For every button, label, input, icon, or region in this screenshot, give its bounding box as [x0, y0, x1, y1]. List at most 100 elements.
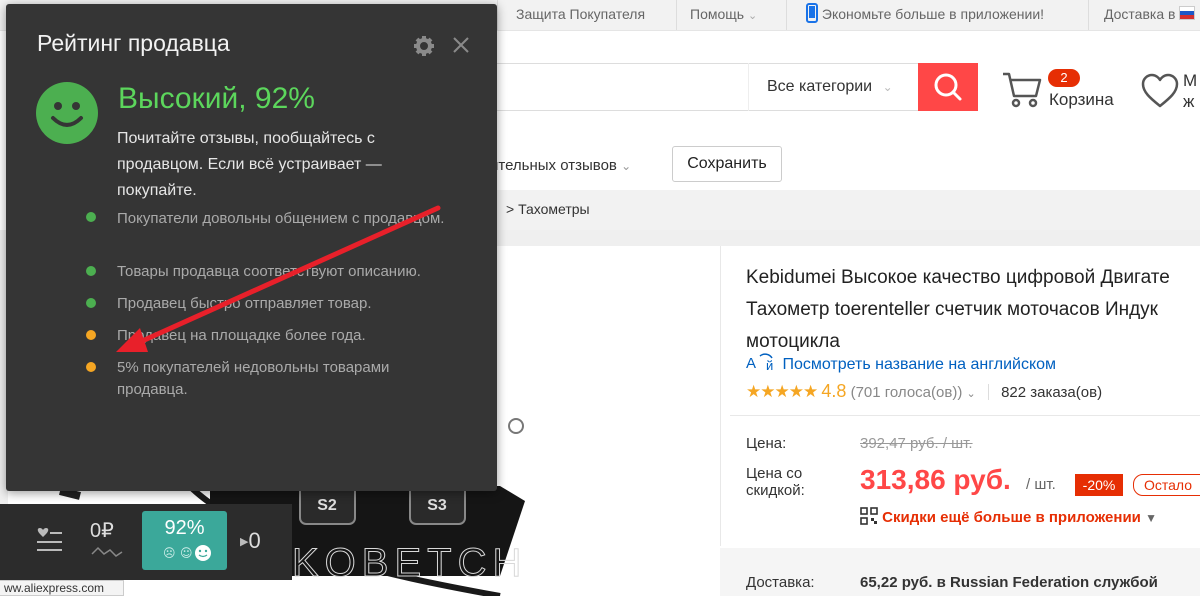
delivery-info: Доставка: 65,22 руб. в Russian Federatio… [746, 574, 1158, 591]
happy-face-icon [36, 82, 98, 144]
wishlist-label[interactable]: Мж [1183, 70, 1197, 112]
cable-end-shape [59, 487, 81, 500]
discount-price: 313,86 руб. [860, 464, 1011, 495]
discount-price-label-line1: Цена со [746, 465, 803, 482]
rating-faces-icon: ☹ ☺ [142, 544, 227, 567]
widget-count-button[interactable]: ▶0 [240, 528, 261, 554]
product-title-line2: Тахометр toerenteller счетчик моточасов … [746, 299, 1158, 320]
caret-down-icon: ▼ [1145, 511, 1157, 525]
topbar-divider [786, 0, 787, 30]
discount-price-label-line2: скидкой: [746, 482, 805, 499]
popup-title: Рейтинг продавца [37, 30, 230, 56]
wishlist-label-line2: ж [1183, 92, 1195, 111]
help-menu[interactable]: Помощь ⌄ [690, 0, 757, 30]
cart-label[interactable]: Корзина [1049, 90, 1114, 110]
price-unit: / шт. [1026, 476, 1056, 493]
product-title-line1: Kebidumei Высокое качество цифровой Двиг… [746, 267, 1170, 288]
discount-badge: -20% [1075, 474, 1123, 496]
svg-text:☺: ☺ [180, 546, 193, 560]
rating-score: 92% [164, 517, 205, 539]
product-title: Kebidumei Высокое качество цифровой Двиг… [746, 262, 1200, 358]
seller-rating-popup [6, 4, 497, 491]
gear-icon[interactable] [413, 35, 435, 57]
delivery-label: Доставка: [746, 574, 815, 591]
watermark-text: KOBETCH [292, 541, 527, 585]
svg-text:А: А [746, 355, 756, 372]
wishlist-list-icon[interactable] [34, 524, 64, 554]
app-discount-label: Скидки ещё больше в приложении [882, 509, 1141, 526]
view-english-label: Посмотреть название на английском [782, 356, 1057, 373]
rating-bullet: Покупатели довольны общением с продавцом… [117, 210, 445, 227]
topbar-divider [497, 0, 498, 30]
orange-dot-icon [86, 330, 96, 340]
wishlist-heart-icon[interactable] [1140, 72, 1180, 110]
search-button[interactable] [918, 63, 978, 111]
rating-score-badge[interactable]: 92% ☹ ☺ [142, 511, 227, 570]
screw-hole-shape [508, 418, 524, 434]
button-s2-label: S2 [317, 497, 337, 514]
phone-icon [806, 3, 818, 23]
orders-count: 822 заказа(ов) [1001, 384, 1103, 401]
save-button[interactable]: Сохранить [672, 146, 782, 182]
delivery-menu[interactable]: Доставка в [1104, 0, 1196, 30]
rating-headline: Высокий, 92% [118, 82, 315, 115]
breadcrumb-separator: > [506, 201, 515, 217]
wishlist-label-line1: М [1183, 71, 1198, 90]
qr-code-icon [860, 507, 878, 525]
rating-bullet: Продавец на площадке более года. [117, 327, 366, 344]
app-promo-label: Экономьте больше в приложении! [821, 6, 1045, 22]
view-english-link[interactable]: Ай Посмотреть название на английском [746, 352, 1056, 374]
translate-icon: Ай [746, 353, 773, 373]
button-s3-label: S3 [427, 497, 447, 514]
votes-dropdown[interactable]: (701 голоса(ов)) ⌄ [851, 384, 976, 401]
search-icon [934, 73, 962, 101]
reviews-filter-label: ительных отзывов [490, 157, 617, 174]
votes-count: (701 голоса(ов)) [850, 384, 963, 401]
breadcrumb-item-tachometers[interactable]: Тахометры [518, 201, 590, 217]
chevron-down-icon: ⌄ [747, 10, 758, 22]
rating-bullet: Товары продавца соответствуют описанию. [117, 263, 421, 280]
breadcrumb: > Тахометры [506, 201, 590, 217]
price-label: Цена: [746, 435, 787, 452]
app-discount-link[interactable]: Скидки ещё больше в приложении ▼ [860, 507, 1157, 526]
topbar-divider [1088, 0, 1089, 30]
svg-text:й: й [766, 358, 773, 373]
cart-icon[interactable] [1000, 68, 1042, 110]
green-dot-icon [86, 212, 96, 222]
green-dot-icon [86, 298, 96, 308]
product-rating: ★★★★★ 4.8 (701 голоса(ов)) ⌄ 822 заказа(… [746, 381, 1102, 402]
category-select[interactable]: Все категории ⌄ [748, 63, 918, 111]
chevron-down-icon: ⌄ [966, 388, 976, 400]
chevron-down-icon: ⌄ [882, 80, 893, 94]
cart-count-badge: 2 [1048, 69, 1080, 87]
reviews-filter-dropdown[interactable]: ительных отзывов ⌄ [490, 157, 631, 174]
old-price: 392,47 руб. / шт. [860, 435, 973, 452]
help-label: Помощь [690, 6, 745, 22]
orange-dot-icon [86, 362, 96, 372]
rating-description: Почитайте отзывы, пообщайтесь с продавцо… [117, 130, 382, 199]
discount-price-label: Цена со скидкой: [746, 465, 805, 499]
product-divider [720, 246, 721, 546]
category-select-label: Все категории [767, 78, 873, 95]
remaining-badge: Остало [1133, 474, 1200, 496]
rating-divider [987, 384, 989, 400]
chevron-down-icon: ⌄ [621, 159, 632, 173]
topbar-divider [676, 0, 677, 30]
widget-price[interactable]: 0₽ [90, 518, 114, 543]
svg-text:☹: ☹ [163, 546, 176, 560]
rating-value: 4.8 [821, 381, 847, 401]
status-url: ww.aliexpress.com [0, 580, 124, 596]
rating-bullet: 5% покупателей недовольны товарами прода… [117, 359, 390, 398]
flag-icon [1179, 6, 1196, 20]
divider [730, 415, 1200, 416]
breadcrumb-bar [490, 190, 1200, 230]
app-promo-link[interactable]: Экономьте больше в приложении! [806, 0, 1044, 30]
buyer-protection-link[interactable]: Защита Покупателя [516, 0, 645, 30]
rating-bullet: Продавец быстро отправляет товар. [117, 295, 372, 312]
delivery-value: 65,22 руб. в Russian Federation службой [860, 574, 1158, 591]
delivery-label: Доставка в [1104, 6, 1176, 22]
star-rating-icon: ★★★★★ [746, 382, 818, 401]
close-icon[interactable] [452, 36, 470, 54]
green-dot-icon [86, 266, 96, 276]
price-history-icon [91, 546, 123, 557]
